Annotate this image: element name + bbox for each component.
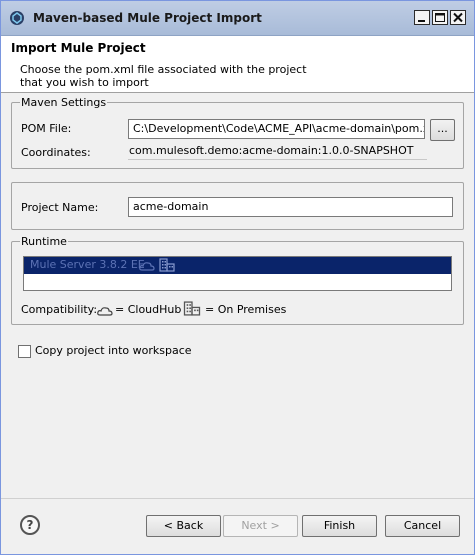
wizard-header: Import Mule Project Choose the pom.xml f… — [1, 36, 474, 93]
finish-button[interactable]: Finish — [302, 515, 377, 537]
project-name-label: Project Name: — [21, 201, 99, 214]
minimize-icon[interactable] — [414, 10, 430, 25]
cloud-icon — [139, 260, 155, 276]
footer-divider — [1, 498, 474, 499]
building-icon — [159, 258, 175, 277]
page-title: Import Mule Project — [11, 41, 146, 55]
title-bar[interactable]: Maven-based Mule Project Import — [1, 1, 474, 36]
browse-button[interactable]: ... — [430, 119, 455, 141]
project-name-input[interactable]: acme-domain — [128, 197, 453, 217]
back-button[interactable]: < Back — [146, 515, 221, 537]
cancel-button[interactable]: Cancel — [385, 515, 460, 537]
mule-app-icon — [9, 10, 25, 26]
project-group: Project Name: acme-domain — [11, 182, 464, 230]
on-premises-legend: = On Premises — [205, 303, 287, 316]
next-button[interactable]: Next > — [223, 515, 298, 537]
pom-file-label: POM File: — [21, 122, 72, 135]
window-title: Maven-based Mule Project Import — [33, 11, 262, 25]
close-icon[interactable] — [450, 10, 466, 25]
coordinates-value: com.mulesoft.demo:acme-domain:1.0.0-SNAP… — [128, 144, 427, 160]
pom-file-input[interactable]: C:\Development\Code\ACME_API\acme-domain… — [128, 119, 425, 139]
maven-settings-group: Maven Settings POM File: C:\Development\… — [11, 96, 464, 169]
runtime-label: Runtime — [20, 235, 68, 248]
help-icon[interactable]: ? — [20, 515, 40, 535]
coordinates-label: Coordinates: — [21, 146, 91, 159]
page-description: Choose the pom.xml file associated with … — [20, 63, 307, 89]
runtime-name: Mule Server 3.8.2 EE — [30, 258, 145, 271]
maximize-icon[interactable] — [432, 10, 448, 25]
cloud-icon — [97, 306, 113, 319]
cloudhub-legend: = CloudHub — [115, 303, 182, 316]
building-icon — [183, 301, 201, 319]
copy-project-checkbox[interactable] — [18, 345, 31, 358]
maven-settings-label: Maven Settings — [20, 96, 108, 109]
copy-project-label[interactable]: Copy project into workspace — [35, 344, 192, 358]
runtime-list-item[interactable]: Mule Server 3.8.2 EE — [24, 257, 451, 274]
compatibility-label: Compatibility: — [21, 303, 98, 316]
runtime-list[interactable]: Mule Server 3.8.2 EE — [23, 256, 452, 291]
import-dialog: Maven-based Mule Project Import Import M… — [0, 0, 475, 555]
runtime-group: Runtime Mule Server 3.8.2 EE Compatibili… — [11, 235, 464, 325]
